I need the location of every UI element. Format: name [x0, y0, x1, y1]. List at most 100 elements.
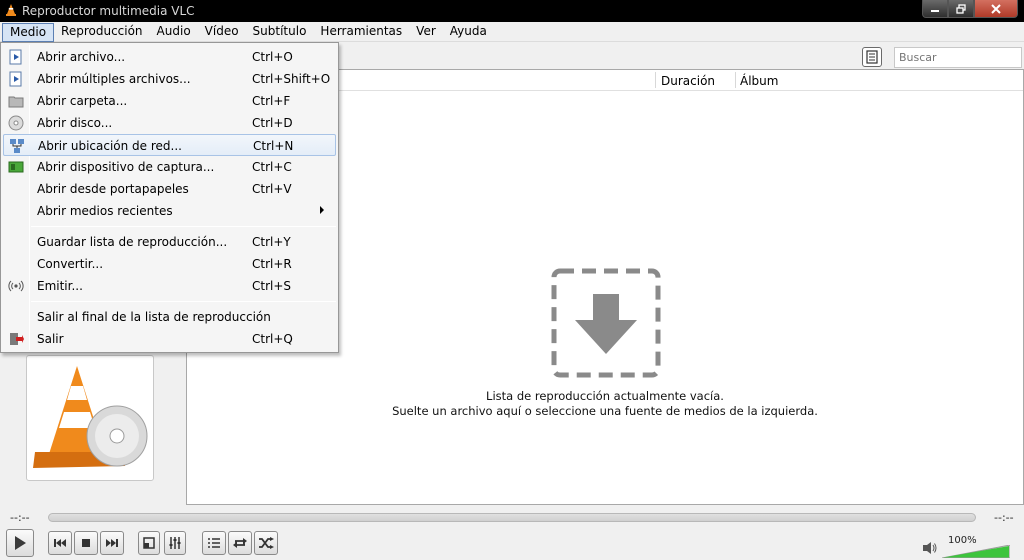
menu-item-convert[interactable]: Convertir... Ctrl+R: [3, 253, 336, 275]
vlc-cone-disc-icon: [33, 366, 148, 468]
previous-button[interactable]: [48, 531, 72, 555]
elapsed-time: --:--: [10, 511, 30, 524]
shuffle-button[interactable]: [254, 531, 278, 555]
remaining-time: --:--: [994, 511, 1014, 524]
menu-item-label: Abrir medios recientes: [37, 204, 173, 218]
menu-item-quit[interactable]: Salir Ctrl+Q: [3, 328, 336, 350]
menu-item-shortcut: Ctrl+R: [252, 257, 292, 271]
close-icon: [991, 3, 1001, 14]
list-view-icon: [866, 50, 878, 64]
stop-button[interactable]: [74, 531, 98, 555]
network-icon: [10, 139, 24, 153]
submenu-arrow-icon: [320, 206, 324, 214]
fullscreen-icon: [143, 537, 155, 549]
menu-item-shortcut: Ctrl+F: [252, 94, 291, 108]
loop-button[interactable]: [228, 531, 252, 555]
previous-icon: [54, 539, 66, 547]
loop-icon: [233, 538, 247, 548]
fullscreen-button[interactable]: [138, 531, 160, 555]
play-button[interactable]: [6, 529, 34, 557]
search-input[interactable]: [894, 47, 1022, 68]
minimize-button[interactable]: [922, 0, 948, 18]
menu-item-open-file[interactable]: Abrir archivo... Ctrl+O: [3, 46, 336, 68]
playlist-view-button[interactable]: [862, 47, 882, 67]
menu-item-shortcut: Ctrl+O: [252, 50, 293, 64]
player-controls: 100%: [0, 527, 1024, 560]
empty-playlist-message: Lista de reproducción actualmente vacía.: [486, 389, 724, 403]
close-button[interactable]: [974, 0, 1018, 18]
menu-item-label: Abrir desde portapapeles: [37, 182, 189, 196]
menu-item-label: Salir: [37, 332, 64, 346]
menu-ver[interactable]: Ver: [409, 22, 443, 41]
shuffle-icon: [259, 537, 274, 549]
window-title: Reproductor multimedia VLC: [22, 4, 195, 18]
menu-item-open-disc[interactable]: Abrir disco... Ctrl+D: [3, 112, 336, 134]
menu-item-shortcut: Ctrl+Shift+O: [252, 72, 331, 86]
restore-button[interactable]: [948, 0, 974, 18]
broadcast-icon: [8, 280, 24, 292]
menu-item-shortcut: Ctrl+D: [252, 116, 293, 130]
volume-slider[interactable]: [942, 545, 1010, 558]
menu-item-shortcut: Ctrl+C: [252, 160, 292, 174]
menu-item-shortcut: Ctrl+Q: [252, 332, 293, 346]
capture-card-icon: [8, 161, 24, 173]
media-menu-dropdown: Abrir archivo... Ctrl+O Abrir múltiples …: [0, 42, 339, 353]
menu-separator: [31, 226, 336, 227]
next-button[interactable]: [100, 531, 124, 555]
menu-video[interactable]: Vídeo: [198, 22, 246, 41]
menu-item-stream[interactable]: Emitir... Ctrl+S: [3, 275, 336, 297]
column-duration[interactable]: Duración: [661, 74, 715, 88]
menu-item-open-capture-device[interactable]: Abrir dispositivo de captura... Ctrl+C: [3, 156, 336, 178]
empty-playlist-hint: Suelte un archivo aquí o seleccione una …: [392, 404, 818, 418]
column-separator: [735, 72, 736, 88]
menu-item-label: Guardar lista de reproducción...: [37, 235, 228, 249]
exit-icon: [10, 333, 24, 345]
menu-item-open-multiple-files[interactable]: Abrir múltiples archivos... Ctrl+Shift+O: [3, 68, 336, 90]
menu-item-open-clipboard[interactable]: Abrir desde portapapeles Ctrl+V: [3, 178, 336, 200]
menu-item-shortcut: Ctrl+V: [252, 182, 292, 196]
album-art: [26, 355, 154, 481]
menu-subtitulo[interactable]: Subtítulo: [246, 22, 314, 41]
menu-item-label: Convertir...: [37, 257, 104, 271]
menu-item-recent-media[interactable]: Abrir medios recientes: [3, 200, 336, 222]
menu-item-open-folder[interactable]: Abrir carpeta... Ctrl+F: [3, 90, 336, 112]
restore-icon: [956, 3, 966, 14]
menu-separator: [31, 301, 336, 302]
next-icon: [106, 539, 118, 547]
menu-medio[interactable]: Medio: [2, 23, 55, 42]
menu-item-label: Abrir múltiples archivos...: [37, 72, 191, 86]
menu-item-label: Abrir carpeta...: [37, 94, 128, 108]
playlist-button[interactable]: [202, 531, 226, 555]
stop-icon: [82, 539, 90, 547]
seek-slider[interactable]: [48, 513, 976, 522]
menu-herramientas[interactable]: Herramientas: [313, 22, 409, 41]
menu-item-save-playlist[interactable]: Guardar lista de reproducción... Ctrl+Y: [3, 231, 336, 253]
menu-item-label: Emitir...: [37, 279, 83, 293]
menu-item-label: Abrir archivo...: [37, 50, 126, 64]
menu-bar: Medio Reproducción Audio Vídeo Subtítulo…: [0, 22, 1024, 42]
menu-item-open-network[interactable]: Abrir ubicación de red... Ctrl+N: [3, 134, 336, 156]
column-album[interactable]: Álbum: [740, 74, 778, 88]
seek-row: --:-- --:--: [0, 507, 1024, 527]
drop-file-icon: [551, 268, 661, 378]
play-file-icon: [9, 49, 22, 65]
play-icon: [15, 536, 26, 550]
disc-icon: [8, 115, 24, 131]
play-files-icon: [9, 71, 22, 87]
folder-icon: [8, 96, 24, 108]
menu-item-label: Abrir disco...: [37, 116, 113, 130]
equalizer-icon: [169, 537, 181, 549]
playlist-icon: [208, 538, 220, 548]
menu-item-shortcut: Ctrl+Y: [252, 235, 291, 249]
column-separator: [655, 72, 656, 88]
menu-item-label: Abrir ubicación de red...: [38, 139, 182, 153]
menu-item-quit-at-end[interactable]: Salir al final de la lista de reproducci…: [3, 306, 336, 328]
menu-ayuda[interactable]: Ayuda: [443, 22, 494, 41]
menu-audio[interactable]: Audio: [150, 22, 198, 41]
speaker-icon[interactable]: [922, 541, 938, 555]
title-bar: Reproductor multimedia VLC: [0, 0, 1024, 22]
menu-item-shortcut: Ctrl+N: [253, 139, 294, 153]
extended-settings-button[interactable]: [164, 531, 186, 555]
menu-reproduccion[interactable]: Reproducción: [54, 22, 150, 41]
menu-item-shortcut: Ctrl+S: [252, 279, 292, 293]
